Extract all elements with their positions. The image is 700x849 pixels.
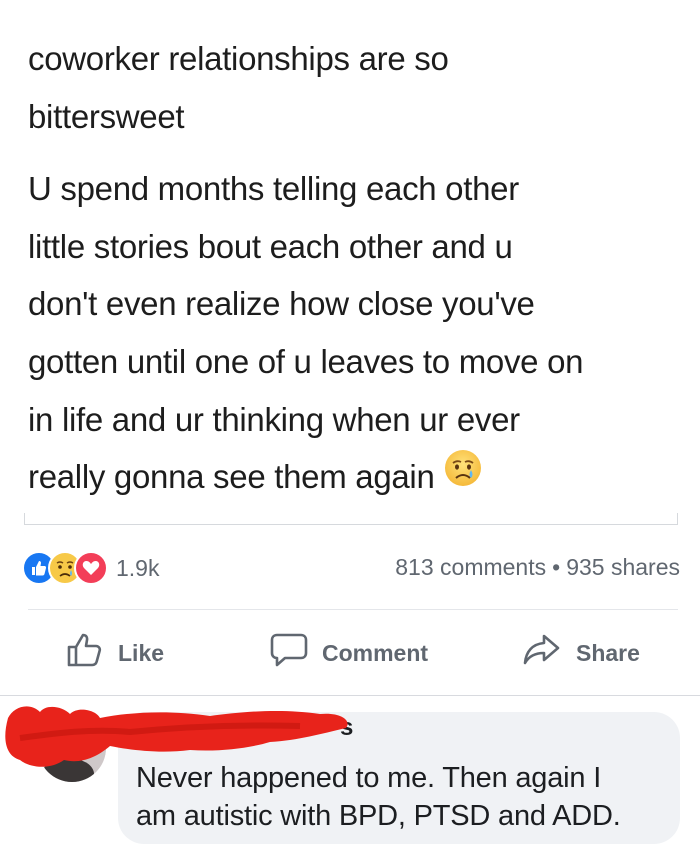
comment: s Never happened to me. Then again I am … [0, 698, 700, 849]
comments-shares-summary: 813 comments • 935 shares [395, 554, 680, 581]
divider [0, 695, 700, 696]
speech-bubble-icon [270, 632, 322, 674]
post-title-line: coworker relationships are so [28, 40, 449, 77]
post-body: U spend months telling each other little… [28, 160, 678, 506]
post-text: coworker relationships are so bitterswee… [28, 30, 678, 506]
share-button[interactable]: Share [522, 625, 640, 681]
post-body-line: in life and ur thinking when ur ever [28, 400, 520, 438]
separator-dot: • [552, 554, 561, 580]
redaction-scribble [5, 706, 348, 767]
share-arrow-icon [522, 632, 576, 674]
crying-face-emoji-icon [443, 448, 483, 506]
post-body-line: little stories bout each other and u [28, 227, 513, 265]
thumbs-up-icon [66, 632, 118, 674]
post-body-line: don't even realize how close you've [28, 285, 535, 323]
like-button[interactable]: Like [66, 625, 164, 681]
love-icon [74, 551, 108, 585]
comments-count-link[interactable]: 813 comments [395, 554, 546, 580]
divider [28, 609, 678, 610]
like-label: Like [118, 639, 165, 666]
post-body-line: U spend months telling each other [28, 170, 519, 208]
comment-label: Comment [322, 639, 429, 666]
action-bar: Like Comment Share [28, 625, 678, 681]
share-label: Share [576, 639, 640, 666]
post-stats: 1.9k 813 comments • 935 shares [22, 548, 680, 588]
comment-text-line: am autistic with BPD, PTSD and ADD. [136, 800, 621, 832]
post-body-line: gotten until one of u leaves to move on [28, 342, 584, 380]
shares-count-link[interactable]: 935 shares [566, 554, 680, 580]
link-preview-edge [24, 513, 678, 525]
comment-button[interactable]: Comment [270, 625, 428, 681]
post-title-line: bittersweet [28, 97, 185, 135]
post-body-last-line: really gonna see them again [28, 448, 678, 506]
post-body-line: really gonna see them again [28, 458, 435, 496]
reactions-summary[interactable]: 1.9k [22, 548, 159, 588]
reaction-count: 1.9k [116, 554, 160, 581]
